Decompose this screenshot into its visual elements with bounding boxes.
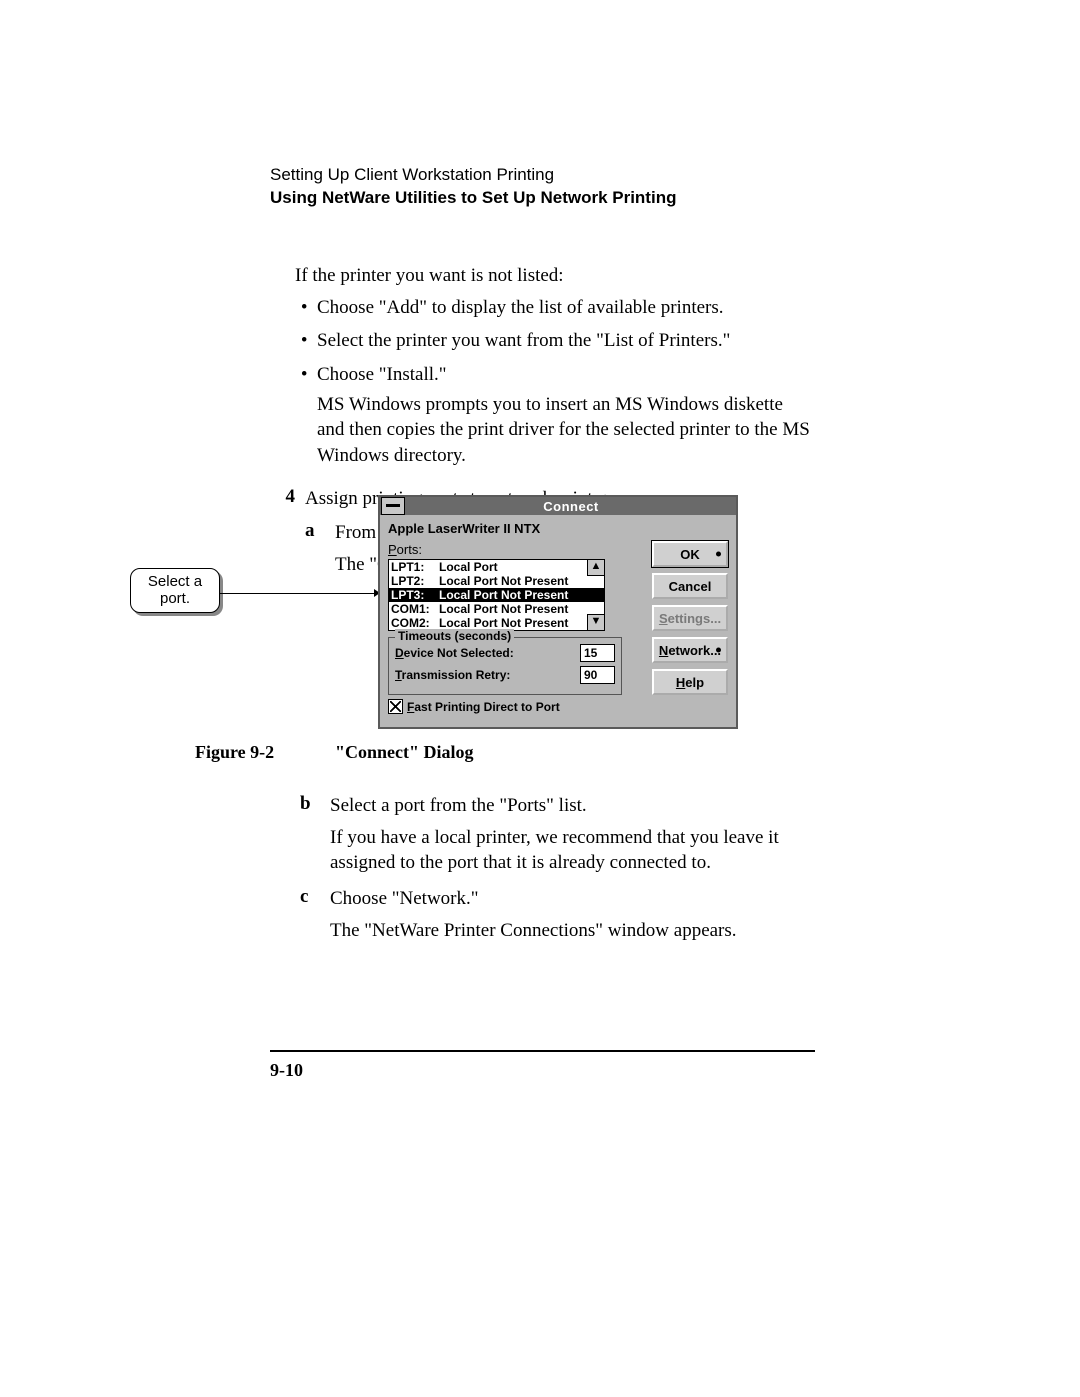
substep-letter: c: [300, 886, 320, 943]
network-button[interactable]: Network...: [652, 637, 728, 663]
timeouts-group: Timeouts (seconds) Device Not Selected: …: [388, 637, 622, 695]
printer-name-label: Apple LaserWriter II NTX: [388, 521, 728, 536]
transmission-retry-input[interactable]: 90: [580, 666, 615, 684]
bullet-text: Choose "Install.": [317, 364, 447, 385]
fast-printing-label: Fast Printing Direct to Port: [407, 700, 560, 714]
scroll-up-icon[interactable]: ▲: [587, 559, 605, 576]
system-menu-icon[interactable]: [381, 497, 405, 515]
substep-letter: b: [300, 793, 320, 876]
dialog-title: Connect: [406, 499, 736, 514]
focus-dot-icon: [716, 552, 721, 557]
figure-connect-dialog: Select a port. Choose "OK." Choose "Netw…: [130, 495, 850, 760]
page-number: 9-10: [270, 1060, 303, 1081]
focus-dot-icon: [716, 648, 721, 653]
port-item-lpt1[interactable]: LPT1:Local Port: [389, 560, 604, 574]
figure-caption: Figure 9-2 "Connect" Dialog: [195, 742, 815, 763]
bullet-item: Choose "Install." MS Windows prompts you…: [317, 362, 815, 469]
substep-text: The "NetWare Printer Connections" window…: [330, 918, 815, 944]
device-not-selected-input[interactable]: 15: [580, 644, 615, 662]
footer-rule: [270, 1050, 815, 1052]
dialog-title-bar[interactable]: Connect: [380, 497, 736, 515]
port-item-lpt3[interactable]: LPT3:Local Port Not Present: [389, 588, 604, 602]
substep-text: Select a port from the "Ports" list.: [330, 793, 815, 819]
connect-dialog-window: Connect Apple LaserWriter II NTX Ports: …: [378, 495, 738, 729]
callout-select-port: Select a port.: [130, 568, 220, 613]
settings-button[interactable]: Settings...: [652, 605, 728, 631]
transmission-retry-label: Transmission Retry:: [395, 668, 580, 682]
figure-title: "Connect" Dialog: [335, 742, 473, 763]
group-title: Timeouts (seconds): [395, 629, 514, 643]
subsection-title: Using NetWare Utilities to Set Up Networ…: [270, 188, 815, 208]
bullet-list: Choose "Add" to display the list of avai…: [317, 295, 815, 469]
ports-listbox[interactable]: LPT1:Local Port LPT2:Local Port Not Pres…: [388, 559, 605, 631]
scroll-down-icon[interactable]: ▼: [587, 614, 605, 631]
figure-label: Figure 9-2: [195, 742, 335, 763]
callout-line: [220, 593, 378, 594]
bullet-subtext: MS Windows prompts you to insert an MS W…: [317, 392, 815, 469]
device-not-selected-label: Device Not Selected:: [395, 646, 580, 660]
intro-text: If the printer you want is not listed:: [295, 263, 815, 289]
port-item-lpt2[interactable]: LPT2:Local Port Not Present: [389, 574, 604, 588]
fast-printing-checkbox-row[interactable]: Fast Printing Direct to Port: [388, 699, 728, 714]
substep-text: Choose "Network.": [330, 886, 815, 912]
cancel-button[interactable]: Cancel: [652, 573, 728, 599]
substep-text: If you have a local printer, we recommen…: [330, 825, 815, 876]
port-item-com1[interactable]: COM1:Local Port Not Present: [389, 602, 604, 616]
bullet-item: Choose "Add" to display the list of avai…: [317, 295, 815, 321]
checkbox-icon[interactable]: [388, 699, 403, 714]
port-item-com2[interactable]: COM2:Local Port Not Present: [389, 616, 604, 630]
help-button[interactable]: Help: [652, 669, 728, 695]
ok-button[interactable]: OK: [652, 541, 728, 567]
section-title: Setting Up Client Workstation Printing: [270, 165, 815, 185]
bullet-item: Select the printer you want from the "Li…: [317, 328, 815, 354]
